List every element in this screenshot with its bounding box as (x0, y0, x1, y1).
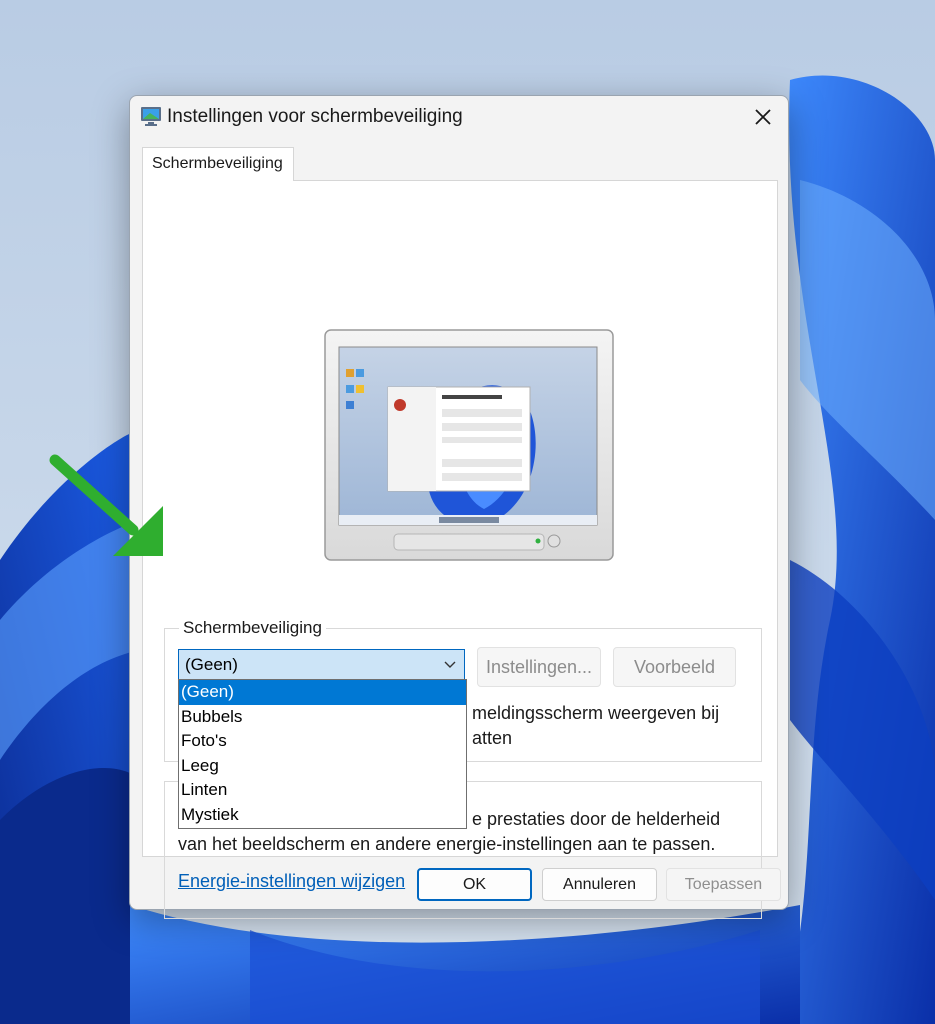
logon-screen-text-line1: meldingsscherm weergeven bij (472, 703, 720, 723)
dropdown-option[interactable]: Bubbels (179, 705, 466, 730)
dropdown-option[interactable]: Leeg (179, 754, 466, 779)
cancel-button[interactable]: Annuleren (542, 868, 657, 901)
apply-button[interactable]: Toepassen (666, 868, 781, 901)
preview-button[interactable]: Voorbeeld (613, 647, 736, 687)
logon-screen-text-line2: atten (472, 728, 513, 748)
screensaver-select[interactable]: (Geen) (178, 649, 465, 681)
green-arrow-icon (49, 454, 163, 556)
energy-settings-link[interactable]: Energie-instellingen wijzigen (178, 871, 405, 892)
dropdown-option[interactable]: Mystiek (179, 803, 466, 828)
screensaver-group-title: Schermbeveiliging (179, 618, 326, 638)
screensaver-dropdown-list: (Geen) Bubbels Foto's Leeg Linten Mystie… (178, 679, 467, 829)
chevron-down-icon (444, 661, 456, 668)
ok-button[interactable]: OK (417, 868, 532, 901)
dropdown-option[interactable]: Linten (179, 778, 466, 803)
dropdown-option[interactable]: Foto's (179, 729, 466, 754)
dialog-title: Instellingen voor schermbeveiliging (167, 106, 463, 127)
monitor-icon (141, 107, 161, 126)
screensaver-settings-dialog: Instellingen voor schermbeveiliging Sche… (129, 95, 789, 919)
close-icon[interactable] (746, 100, 780, 134)
screensaver-selected-value: (Geen) (185, 655, 238, 674)
tab-screensaver[interactable]: Schermbeveiliging (142, 147, 294, 181)
dropdown-option[interactable]: (Geen) (179, 680, 466, 705)
energy-text-line1: e prestaties door de helderheid (472, 809, 721, 829)
settings-button[interactable]: Instellingen... (477, 647, 601, 687)
energy-text-line2: van het beeldscherm en andere energie-in… (178, 834, 716, 854)
tab-panel: Schermbeveiliging (Geen) Instellingen...… (142, 180, 778, 919)
screensaver-preview-monitor (324, 329, 614, 561)
